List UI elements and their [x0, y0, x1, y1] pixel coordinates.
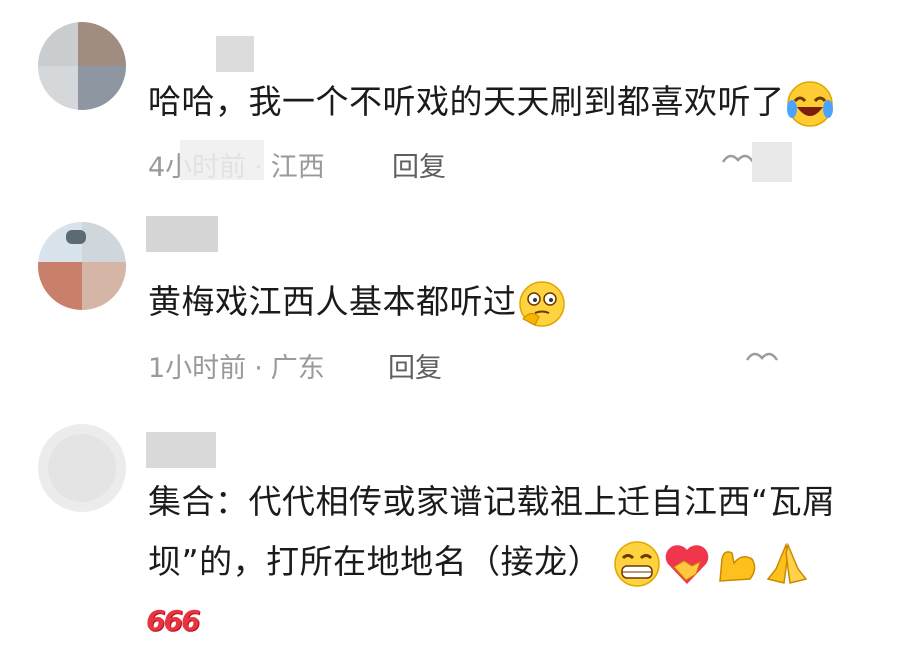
timestamp: 1小时前	[148, 353, 247, 384]
meta-separator: ·	[254, 353, 263, 384]
comment-item: 黄梅戏江西人基本都听过 1小时前 · 广东 回复	[0, 200, 922, 410]
reply-button[interactable]: 回复	[388, 346, 442, 385]
comment-meta: 1小时前 · 广东	[148, 346, 325, 385]
comment-text-content: 黄梅戏江西人基本都听过	[148, 282, 517, 321]
badge-666: 666	[146, 604, 200, 637]
reply-button[interactable]: 回复	[392, 145, 446, 184]
username[interactable]	[146, 432, 216, 468]
avatar[interactable]	[38, 222, 126, 310]
comment-item: 集合：代代相传或家谱记载祖上迁自江西“瓦屑 坝”的，打所在地地名（接龙） 666	[0, 410, 922, 662]
comment-text-content: 坝”的，打所在地地名（接龙）	[148, 542, 602, 581]
like-icon[interactable]	[744, 346, 780, 368]
like-count	[752, 142, 792, 182]
laughing-crying-emoji	[786, 80, 833, 127]
comment-text: 黄梅戏江西人基本都听过	[148, 276, 567, 329]
grinning-emoji	[614, 540, 660, 587]
comment-text-line2: 坝”的，打所在地地名（接龙）	[148, 536, 812, 589]
comment-item: 哈哈，我一个不听戏的天天刷到都喜欢听了 4小时前·江西 回复	[0, 0, 922, 200]
comment-text: 哈哈，我一个不听戏的天天刷到都喜欢听了	[148, 76, 835, 129]
username[interactable]	[216, 36, 254, 72]
location: 江西	[270, 152, 325, 183]
timestamp-blur	[180, 140, 264, 180]
flexed-arm-emoji	[719, 550, 756, 582]
praying-hands-emoji	[766, 542, 808, 584]
like-icon[interactable]	[720, 148, 756, 170]
handshake-heart-emoji	[665, 544, 709, 584]
comment-text-content: 哈哈，我一个不听戏的天天刷到都喜欢听了	[148, 82, 785, 121]
location: 广东	[270, 353, 325, 384]
avatar[interactable]	[38, 22, 126, 110]
thinking-emoji	[518, 280, 565, 327]
comment-text-line1: 集合：代代相传或家谱记载祖上迁自江西“瓦屑	[148, 482, 836, 521]
avatar[interactable]	[38, 424, 126, 512]
username[interactable]	[146, 216, 218, 252]
